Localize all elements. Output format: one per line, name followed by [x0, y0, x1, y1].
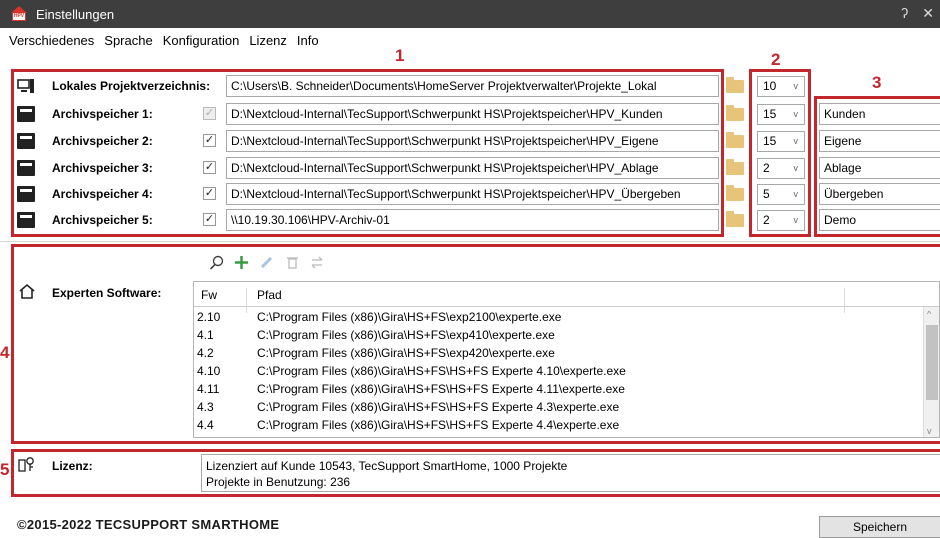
menu-konfiguration[interactable]: Konfiguration [163, 33, 240, 48]
menu-sprache[interactable]: Sprache [104, 33, 152, 48]
menu-bar: Verschiedenes Sprache Konfiguration Lize… [0, 28, 940, 52]
highlight-box-3 [814, 96, 940, 237]
folder-icon[interactable] [726, 132, 744, 148]
copyright-text: ©2015-2022 TECSUPPORT SMARTHOME [17, 517, 280, 532]
folder-icon[interactable] [726, 77, 744, 93]
menu-info[interactable]: Info [297, 33, 319, 48]
highlight-box-2 [749, 69, 811, 237]
menu-lizenz[interactable]: Lizenz [249, 33, 287, 48]
highlight-box-1 [11, 69, 724, 237]
help-icon[interactable]: ʔ [901, 5, 908, 22]
highlight-box-5 [11, 449, 940, 497]
close-icon[interactable]: ✕ [922, 5, 934, 22]
separator [0, 241, 940, 242]
highlight-box-4 [11, 244, 940, 444]
annotation-1: 1 [395, 46, 405, 65]
folder-icon[interactable] [726, 211, 744, 227]
app-logo-icon: HPV [10, 6, 28, 22]
title-bar: HPV Einstellungen ʔ ✕ [0, 0, 940, 28]
window-title: Einstellungen [36, 6, 115, 22]
annotation-2: 2 [771, 50, 781, 69]
save-button[interactable]: Speichern [819, 516, 940, 538]
annotation-4: 4 [0, 343, 10, 362]
folder-icon[interactable] [726, 185, 744, 201]
menu-verschiedenes[interactable]: Verschiedenes [9, 33, 94, 48]
folder-icon[interactable] [726, 159, 744, 175]
folder-icon[interactable] [726, 105, 744, 121]
annotation-5: 5 [0, 460, 10, 479]
